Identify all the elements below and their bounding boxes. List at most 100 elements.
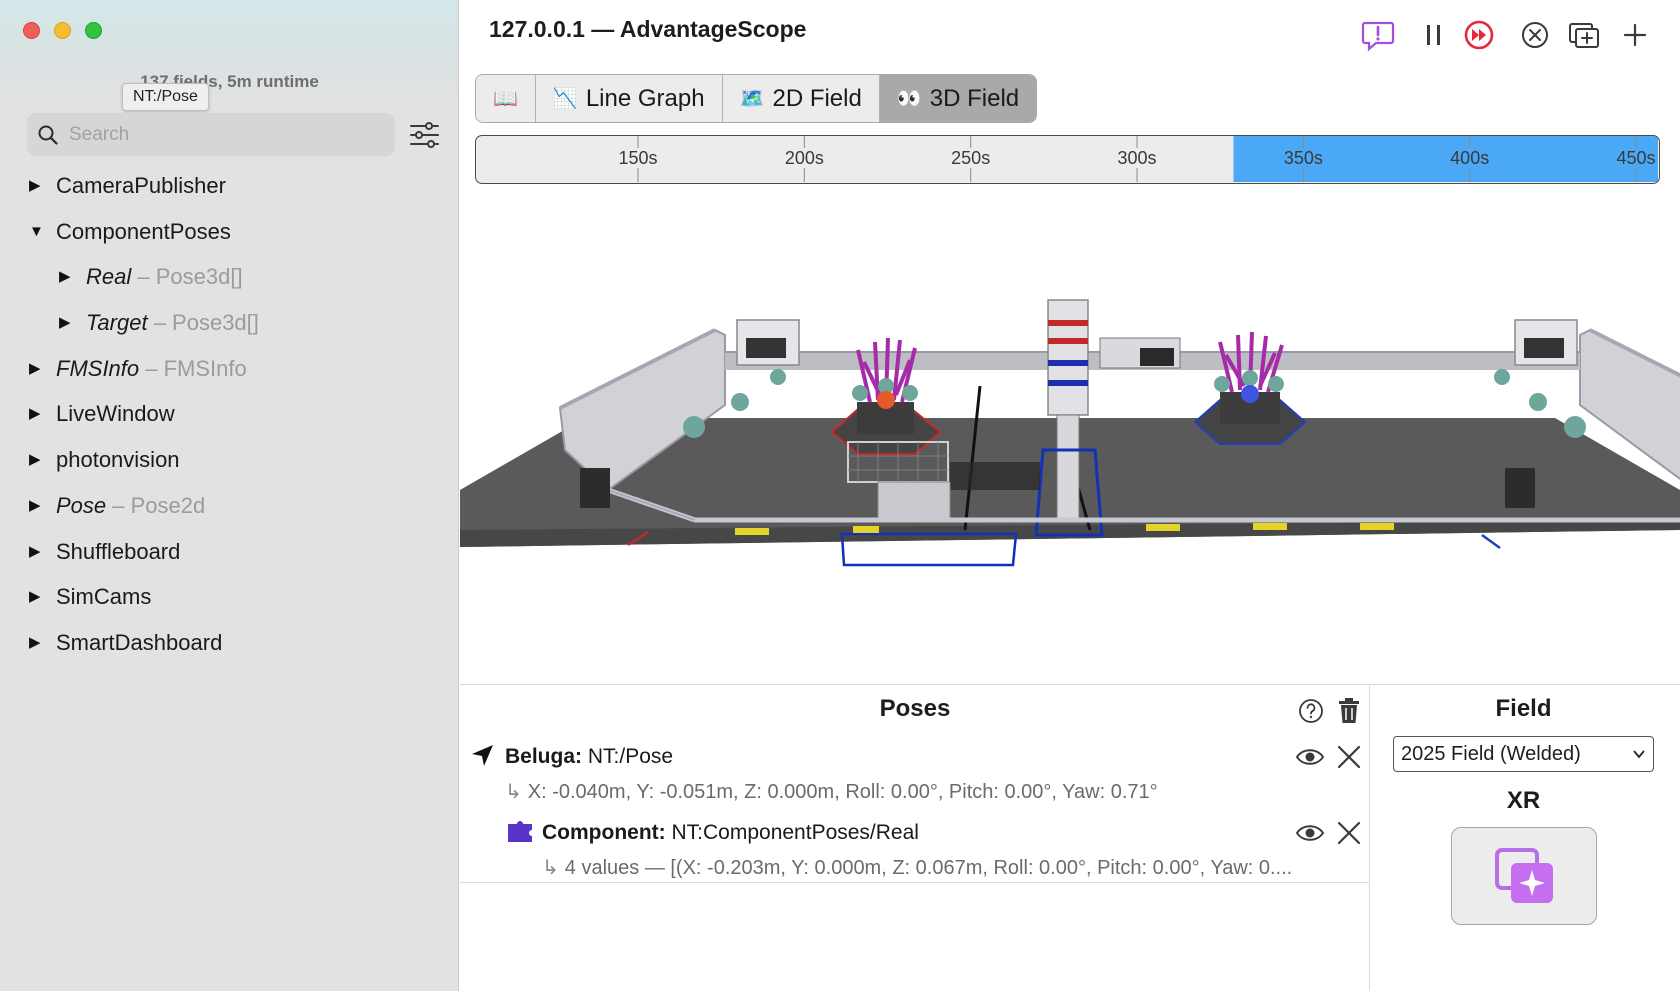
- tree-item-photonvision[interactable]: ▶ photonvision: [0, 437, 458, 483]
- tab-3d-field[interactable]: 👀 3D Field: [879, 75, 1037, 122]
- tree-item-smartdashboard[interactable]: ▶ SmartDashboard: [0, 620, 458, 666]
- tree-item-componentposes[interactable]: ▼ ComponentPoses: [0, 209, 458, 255]
- return-arrow-icon: ↳: [542, 857, 559, 879]
- eyes-icon: 👀: [896, 88, 922, 110]
- expand-arrow-icon[interactable]: ▶: [59, 300, 71, 346]
- xr-button[interactable]: [1451, 827, 1597, 925]
- add-tab-icon[interactable]: [1618, 18, 1652, 52]
- line-graph-icon: 📉: [552, 88, 578, 110]
- window-maximize-button[interactable]: [85, 22, 102, 39]
- expand-arrow-icon[interactable]: ▶: [29, 437, 41, 483]
- timeline-tick-label: 400s: [1450, 148, 1489, 168]
- live-icon[interactable]: [1462, 18, 1496, 52]
- divider: [460, 882, 1370, 883]
- window-title: 127.0.0.1 — AdvantageScope: [489, 16, 807, 42]
- return-arrow-icon: ↳: [505, 781, 522, 803]
- pose-name: Beluga:: [505, 745, 583, 768]
- tab-label: 2D Field: [772, 84, 862, 112]
- window-minimize-button[interactable]: [54, 22, 71, 39]
- tree-item-label: photonvision: [56, 447, 180, 473]
- xr-sparkle-icon: [1495, 848, 1553, 903]
- tree-item-livewindow[interactable]: ▶ LiveWindow: [0, 391, 458, 437]
- new-window-icon[interactable]: [1567, 18, 1601, 52]
- sidebar: 137 fields, 5m runtime NT:/Pose ▶ Camera…: [0, 0, 459, 991]
- filter-sliders-icon[interactable]: [409, 121, 440, 149]
- tree-item-shuffleboard[interactable]: ▶ Shuffleboard: [0, 529, 458, 575]
- search-box[interactable]: [27, 113, 395, 156]
- expand-arrow-icon[interactable]: ▶: [29, 163, 41, 209]
- tree-item-label: CameraPublisher: [56, 173, 226, 198]
- tree-item-type: – Pose3d[]: [153, 310, 259, 336]
- tree-item-fmsinfo[interactable]: ▶ FMSInfo – FMSInfo: [0, 346, 458, 392]
- eye-icon[interactable]: [1295, 744, 1325, 770]
- app-window: 137 fields, 5m runtime NT:/Pose ▶ Camera…: [0, 0, 1680, 991]
- eye-icon[interactable]: [1295, 820, 1325, 846]
- component-puzzle-icon: [508, 821, 532, 842]
- poses-panel: Poses Beluga: NT:/Pose ↳ X: -0.040m, Y: …: [460, 685, 1370, 991]
- help-icon[interactable]: [1298, 698, 1324, 724]
- tree-item-real[interactable]: ▶ Real – Pose3d[]: [0, 254, 458, 300]
- tree-item-label: SmartDashboard: [56, 629, 223, 655]
- search-input[interactable]: [69, 113, 387, 156]
- field-3d-render: [460, 299, 1680, 567]
- expand-arrow-icon[interactable]: ▶: [29, 483, 41, 529]
- remove-icon[interactable]: [1336, 744, 1362, 770]
- tree-item-type: – FMSInfo: [145, 355, 247, 381]
- search-icon: [38, 125, 58, 145]
- trash-icon[interactable]: [1336, 697, 1362, 725]
- expand-arrow-icon[interactable]: ▶: [29, 529, 41, 575]
- timeline-tick-label: 450s: [1617, 148, 1656, 168]
- pose-key: NT:/Pose: [587, 745, 674, 768]
- feedback-icon[interactable]: [1361, 18, 1395, 52]
- expand-arrow-icon[interactable]: ▶: [29, 346, 41, 392]
- close-tab-icon[interactable]: [1518, 18, 1552, 52]
- tree-item-target[interactable]: ▶ Target – Pose3d[]: [0, 300, 458, 346]
- xr-title: XR: [1506, 787, 1541, 814]
- timeline-tick-label: 300s: [1118, 148, 1157, 168]
- field-3d-view[interactable]: [460, 190, 1680, 685]
- pose-key: NT:ComponentPoses/Real: [671, 821, 919, 844]
- field-select-value: 2025 Field (Welded): [1401, 743, 1581, 765]
- pose-detail-text: X: -0.040m, Y: -0.051m, Z: 0.000m, Roll:…: [527, 781, 1158, 803]
- tree-item-label: FMSInfo: [56, 355, 140, 381]
- timeline-tick-label: 200s: [785, 148, 824, 168]
- tree-item-simcams[interactable]: ▶ SimCams: [0, 574, 458, 620]
- remove-icon[interactable]: [1336, 820, 1362, 846]
- tree-item-label: LiveWindow: [56, 401, 175, 427]
- expand-arrow-icon[interactable]: ▶: [29, 620, 41, 666]
- pause-icon[interactable]: [1417, 18, 1451, 52]
- tab-documentation[interactable]: 📖: [476, 75, 536, 122]
- window-close-button[interactable]: [23, 22, 40, 39]
- timeline-scale: 150s 200s 250s 300s 350s 400s 450s: [616, 136, 1658, 182]
- tab-line-graph[interactable]: 📉 Line Graph: [535, 75, 723, 122]
- field-select[interactable]: 2025 Field (Welded): [1393, 736, 1654, 772]
- book-icon: 📖: [493, 88, 518, 110]
- field-panel: Field 2025 Field (Welded) XR: [1371, 685, 1680, 991]
- poses-title: Poses: [879, 695, 951, 722]
- main-area: 127.0.0.1 — AdvantageScope 📖 📉 Line Grap…: [460, 0, 1680, 991]
- pose-detail: ↳ 4 values — [(X: -0.203m, Y: 0.000m, Z: …: [542, 855, 1292, 880]
- tree-item-label: SimCams: [56, 584, 152, 610]
- pose-item-component[interactable]: Component: NT:ComponentPoses/Real: [542, 821, 919, 845]
- collapse-arrow-icon[interactable]: ▼: [29, 209, 44, 255]
- tree-item-pose[interactable]: ▶ Pose – Pose2d: [0, 483, 458, 529]
- tree-item-label: Real: [86, 264, 132, 290]
- expand-arrow-icon[interactable]: ▶: [59, 254, 71, 300]
- tree-item-camerapublisher[interactable]: ▶ CameraPublisher: [0, 163, 458, 209]
- tooltip: NT:/Pose: [122, 83, 209, 111]
- chevron-down-icon: [1633, 750, 1645, 759]
- timeline-tick-label: 350s: [1284, 148, 1323, 168]
- runtime-status: 137 fields, 5m runtime: [140, 72, 319, 91]
- tab-2d-field[interactable]: 🗺️ 2D Field: [722, 75, 880, 122]
- tree-item-label: Pose: [56, 492, 107, 518]
- pose-detail: ↳ X: -0.040m, Y: -0.051m, Z: 0.000m, Roll…: [505, 779, 1158, 804]
- tree-item-label: Shuffleboard: [56, 538, 181, 564]
- timeline[interactable]: 150s 200s 250s 300s 350s 400s 450s: [475, 135, 1660, 184]
- pose-detail-text: 4 values — [(X: -0.203m, Y: 0.000m, Z: 0…: [564, 857, 1293, 879]
- timeline-tick-label: 250s: [951, 148, 990, 168]
- pose-item-beluga[interactable]: Beluga: NT:/Pose: [505, 745, 673, 769]
- tab-label: 3D Field: [929, 84, 1020, 112]
- expand-arrow-icon[interactable]: ▶: [29, 574, 41, 620]
- pose-name: Component:: [542, 821, 666, 844]
- expand-arrow-icon[interactable]: ▶: [29, 391, 41, 437]
